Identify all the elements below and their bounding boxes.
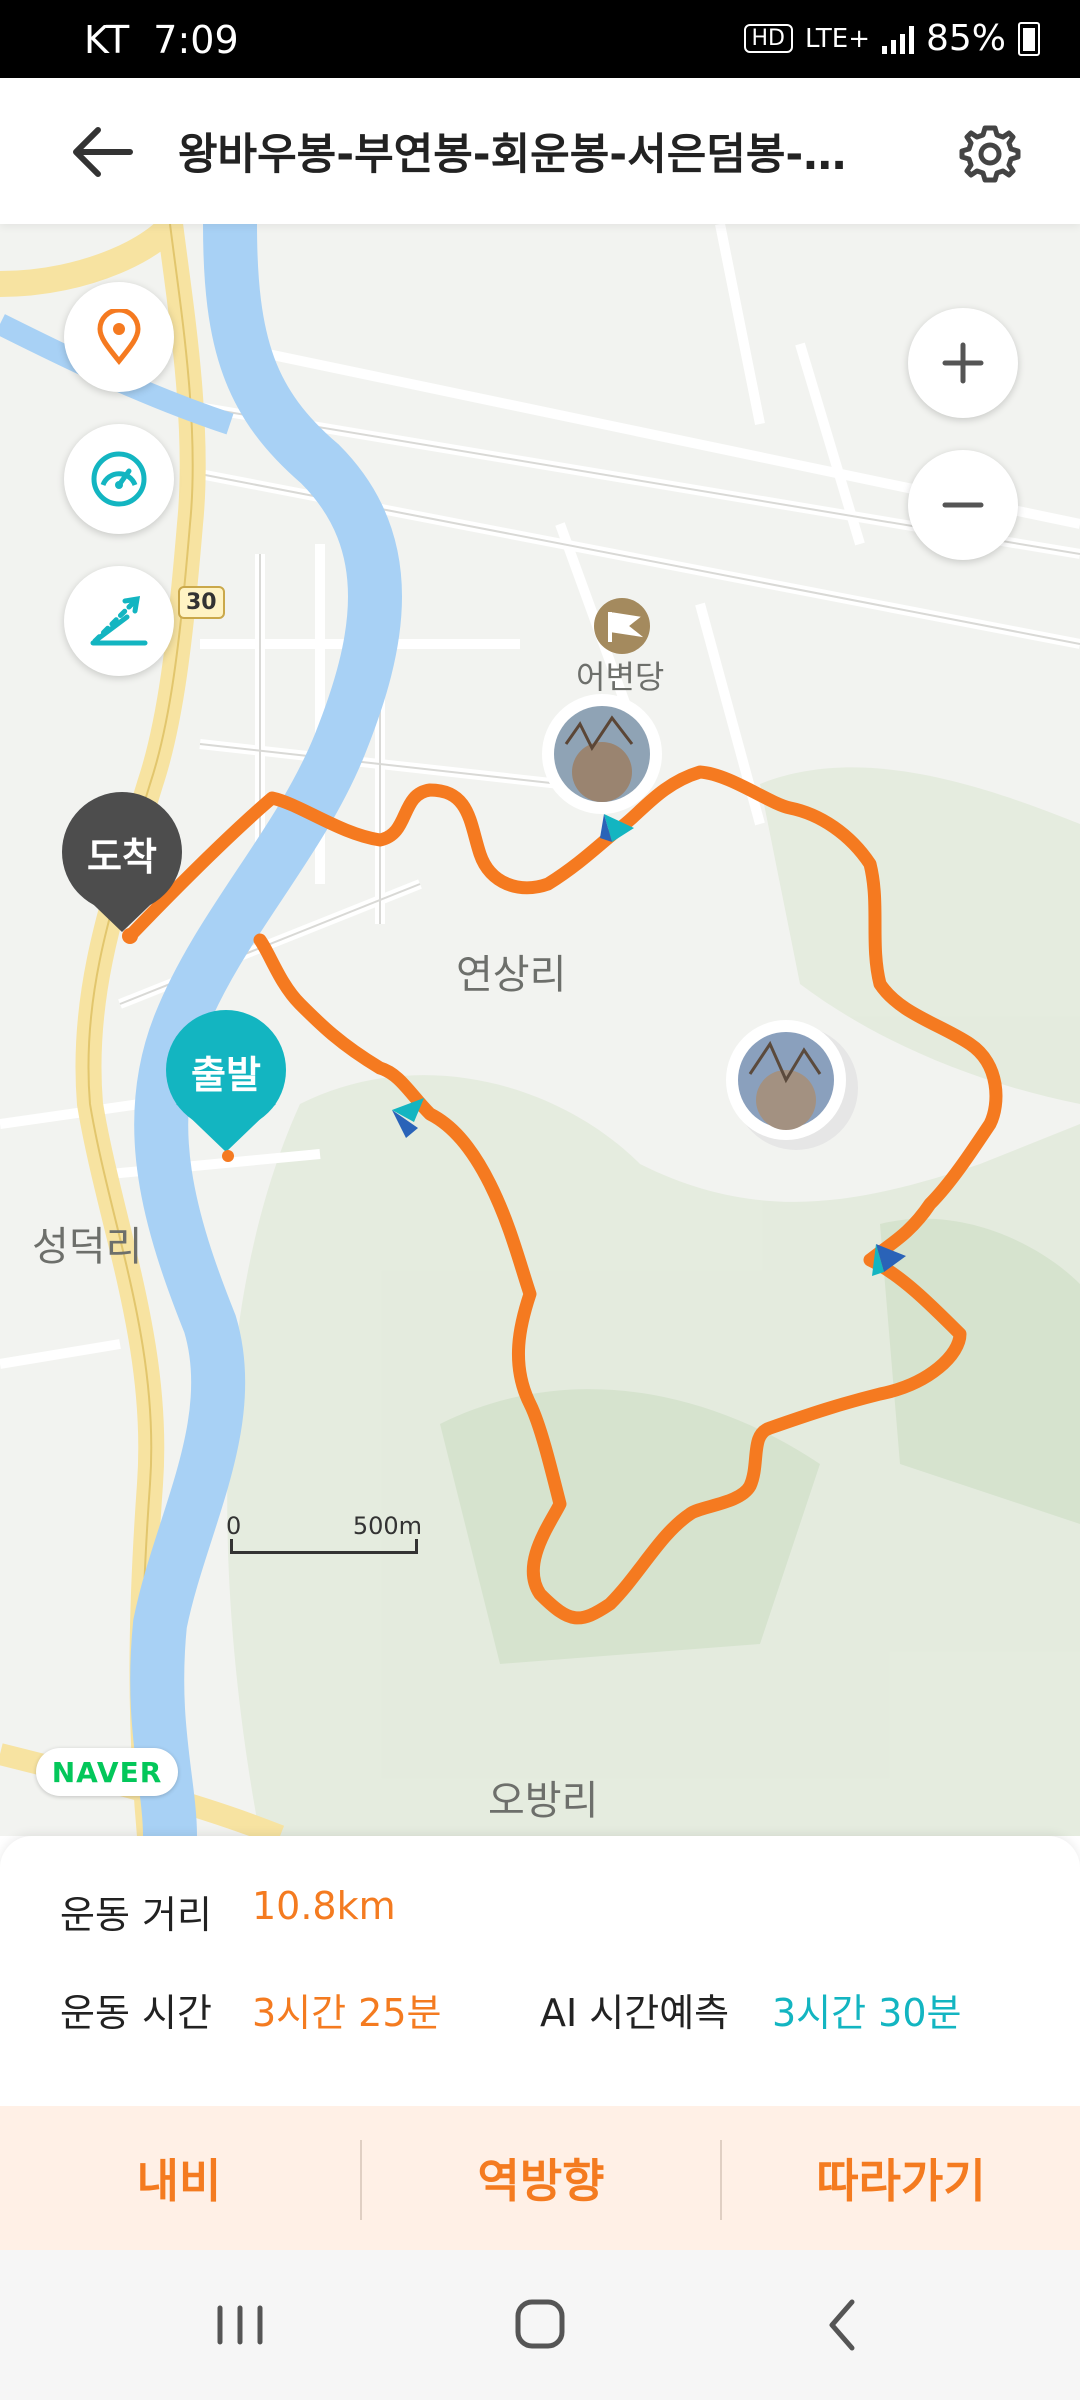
scale-zero: 0 [226, 1512, 242, 1540]
map-scale: 0 500m [226, 1512, 422, 1562]
carrier: KT [84, 18, 130, 62]
time-label: 운동 시간 [60, 1991, 212, 2035]
scale-distance: 500m [352, 1512, 422, 1540]
elevation-icon [90, 595, 148, 646]
network-type: LTE+ [804, 23, 870, 54]
recent-apps-icon [217, 2305, 263, 2345]
location-pin-icon [97, 309, 141, 365]
stats-panel: 운동 거리 10.8km 운동 시간 3시간 25분 AI 시간예측 3시간 3… [0, 1836, 1080, 2106]
minus-icon [942, 502, 984, 508]
my-location-button[interactable] [64, 282, 174, 392]
clock: 7:09 [153, 18, 239, 62]
ai-time-value: 3시간 30분 [772, 1991, 962, 2035]
home-icon [515, 2299, 565, 2349]
reverse-button[interactable]: 역방향 [362, 2106, 720, 2250]
place-label-seongdeok: 성덕리 [32, 1224, 143, 1270]
photo-pin-2 [726, 1020, 858, 1150]
plus-icon [942, 342, 984, 384]
status-left: KT 7:09 [84, 18, 239, 62]
back-button[interactable] [60, 118, 144, 186]
zoom-out-button[interactable] [908, 450, 1018, 560]
signal-icon [881, 24, 914, 54]
battery-percent: 85% [925, 18, 1006, 59]
landmark-flag-icon [594, 598, 650, 654]
action-bar: 내비 역방향 따라가기 [0, 2106, 1080, 2250]
system-nav-bar [0, 2250, 1080, 2400]
back-chevron-icon [829, 2299, 855, 2351]
place-label-eobyeondang: 어변당 [576, 658, 665, 696]
back-nav-button[interactable] [804, 2290, 884, 2360]
battery-icon [1018, 21, 1040, 56]
start-marker-label: 출발 [191, 1053, 261, 1097]
recent-apps-button[interactable] [200, 2290, 280, 2360]
distance-label: 운동 거리 [60, 1893, 212, 1937]
scale-bar [230, 1539, 418, 1554]
elevation-button[interactable] [64, 566, 174, 676]
gear-icon [959, 125, 1021, 183]
navi-button[interactable]: 내비 [0, 2106, 358, 2250]
photo-pin-1 [542, 694, 662, 814]
settings-button[interactable] [958, 122, 1022, 186]
status-bar: KT 7:09 HD LTE+ 85% [0, 0, 1080, 78]
zoom-in-button[interactable] [908, 308, 1018, 418]
page-title: 왕바우봉-부연봉-회운봉-서은덤봉-애... [178, 130, 878, 180]
ai-time-label: AI 시간예측 [540, 1991, 730, 2035]
hd-badge: HD [743, 24, 793, 53]
route-number-badge: 30 [178, 586, 225, 619]
naver-logo: NAVER [36, 1748, 178, 1796]
follow-button[interactable]: 따라가기 [722, 2106, 1080, 2250]
terrain-shading [227, 767, 1080, 1836]
app-header: 왕바우봉-부연봉-회운봉-서은덤봉-애... [0, 78, 1080, 224]
status-right: HD LTE+ 85% [743, 18, 1040, 59]
place-label-obang: 오방리 [488, 1778, 599, 1824]
place-label-yeonsang: 연상리 [456, 952, 567, 998]
speed-button[interactable] [64, 424, 174, 534]
end-marker-label: 도착 [87, 835, 157, 879]
gauge-icon [91, 451, 147, 507]
distance-value: 10.8km [252, 1884, 396, 1928]
home-button[interactable] [500, 2290, 580, 2360]
time-value: 3시간 25분 [252, 1991, 442, 2035]
map-view[interactable]: 30 어변당 연상리 성덕리 오방리 도착 출발 NAVER 0 500m [0, 224, 1080, 1836]
arrow-left-icon [73, 127, 133, 177]
